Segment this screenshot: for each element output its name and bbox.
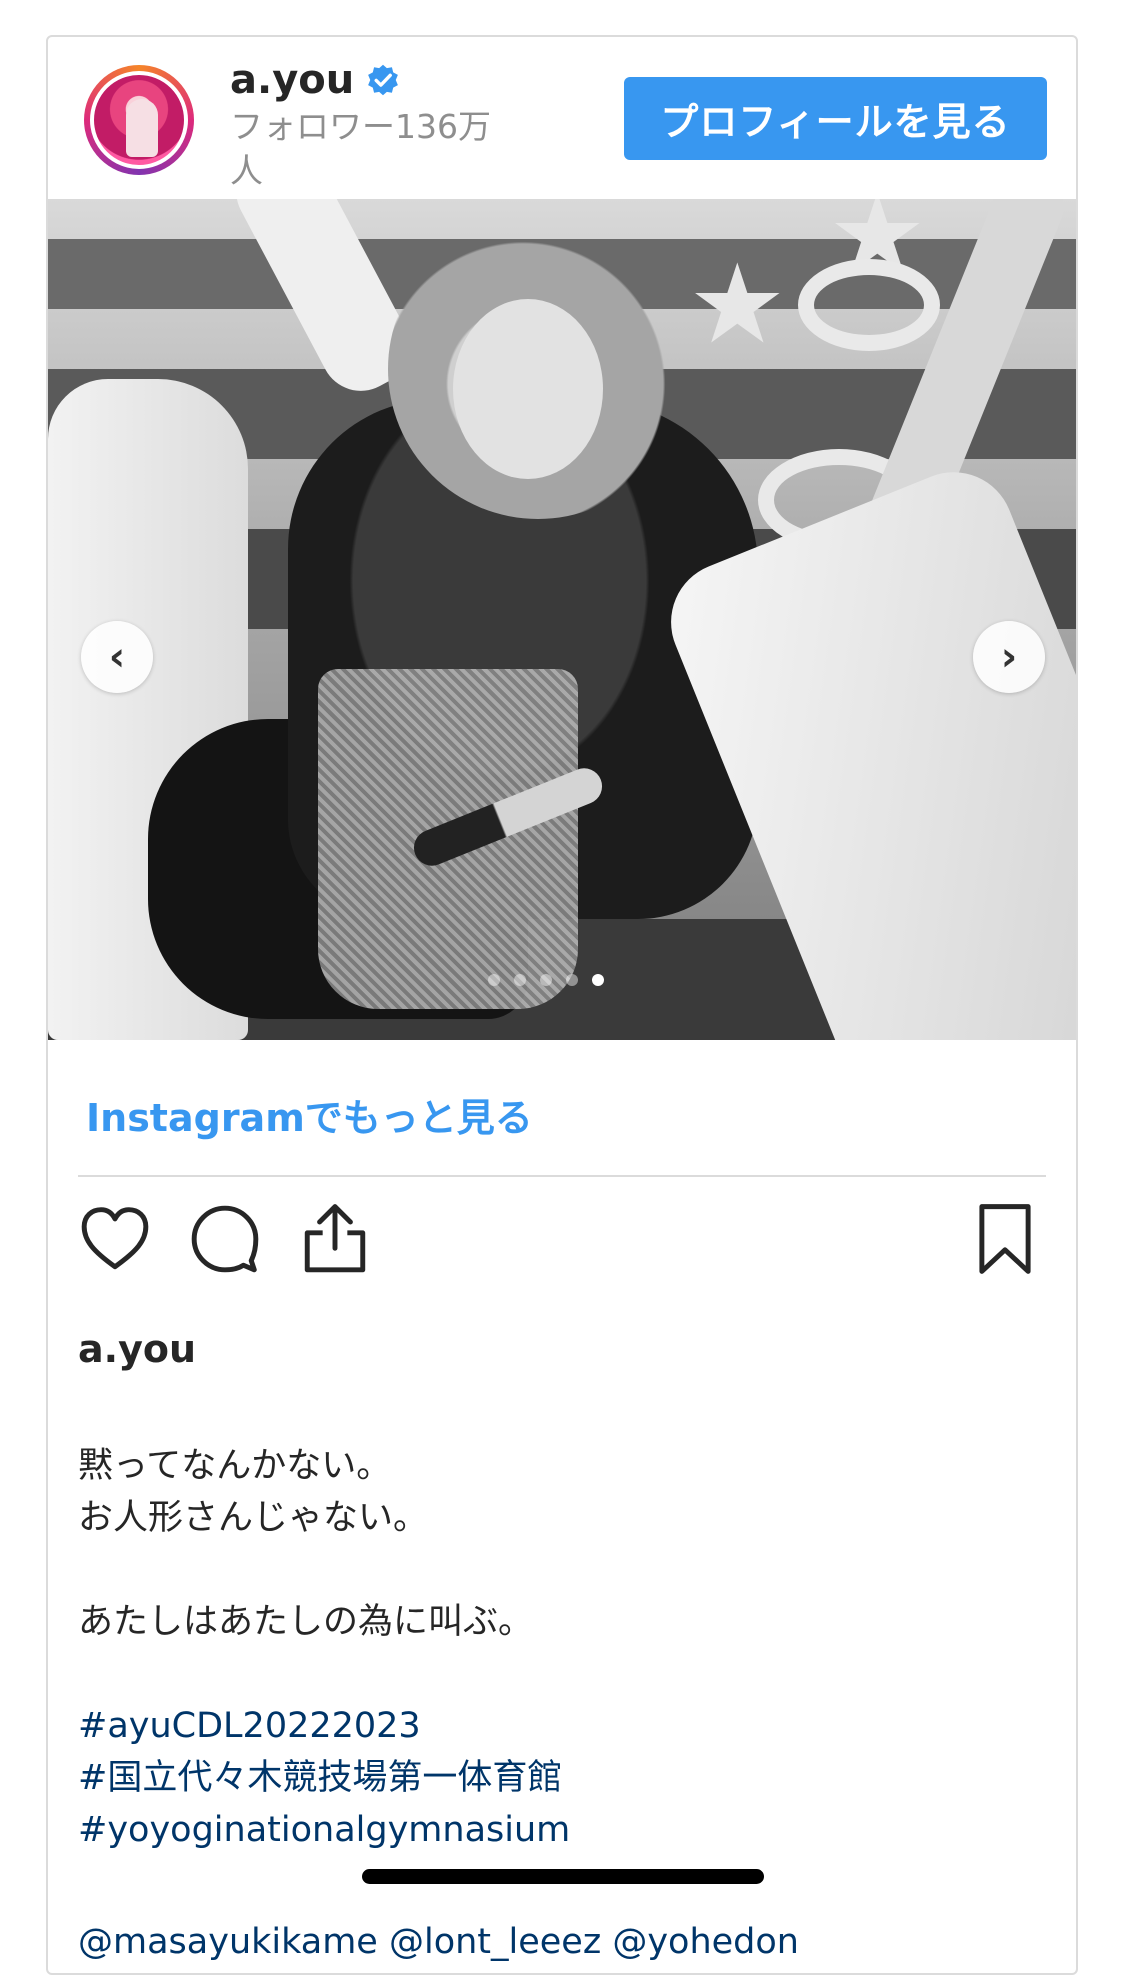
caption-line: あたしはあたしの為に叫ぶ。 xyxy=(78,1602,534,1642)
carousel-indicator xyxy=(488,974,604,986)
heart-icon[interactable] xyxy=(78,1202,152,1276)
post-caption: 黙ってなんかない。 お人形さんじゃない。 あたしはあたしの為に叫ぶ。 #ayuC… xyxy=(78,1440,1038,1856)
chevron-left-icon: ‹ xyxy=(108,634,126,680)
comment-icon[interactable] xyxy=(188,1202,262,1276)
mentions-line[interactable]: @masayukikame @lont_leeez @yohedon xyxy=(78,1922,799,1962)
caption-username[interactable]: a.you xyxy=(78,1327,196,1371)
post-photo[interactable]: ★ ★ ★ ‹ › xyxy=(48,199,1076,1040)
carousel-dot xyxy=(566,974,578,986)
share-icon[interactable] xyxy=(298,1202,372,1276)
view-profile-button[interactable]: プロフィールを見る xyxy=(624,77,1047,160)
avatar-image xyxy=(90,71,188,169)
previous-slide-button[interactable]: ‹ xyxy=(81,621,153,693)
verified-badge-icon xyxy=(366,63,400,97)
star-decoration: ★ xyxy=(688,240,787,368)
singer-face xyxy=(453,299,603,479)
hashtag-link[interactable]: #国立代々木競技場第一体育館 xyxy=(78,1752,1038,1804)
follower-count: フォロワー136万人 xyxy=(230,107,491,190)
avatar[interactable] xyxy=(84,65,194,175)
view-more-on-instagram-link[interactable]: Instagramでもっと見る xyxy=(86,1087,533,1142)
carousel-dot xyxy=(540,974,552,986)
username-row: a.you xyxy=(230,57,400,103)
divider xyxy=(78,1175,1046,1177)
avatar-figure xyxy=(126,99,158,157)
caption-line: 黙ってなんかない。 xyxy=(78,1446,392,1486)
instagram-embed-card: a.you フォロワー136万人 プロフィールを見る ★ ★ ★ xyxy=(46,35,1078,1975)
hashtag-link[interactable]: #ayuCDL20222023 xyxy=(78,1700,1038,1752)
carousel-dot-active xyxy=(592,974,604,986)
carousel-dot xyxy=(514,974,526,986)
action-bar xyxy=(78,1202,1046,1282)
username[interactable]: a.you xyxy=(230,57,354,103)
caption-line xyxy=(78,1544,1038,1596)
post-header: a.you フォロワー136万人 プロフィールを見る xyxy=(48,37,1076,199)
bookmark-icon[interactable] xyxy=(968,1202,1042,1276)
caption-line xyxy=(78,1648,1038,1700)
hashtag-link[interactable]: #yoyoginationalgymnasium xyxy=(78,1804,1038,1856)
next-slide-button[interactable]: › xyxy=(973,621,1045,693)
chevron-right-icon: › xyxy=(1000,634,1018,680)
home-indicator[interactable] xyxy=(362,1869,764,1884)
caption-line: お人形さんじゃない。 xyxy=(78,1498,429,1538)
carousel-dot xyxy=(488,974,500,986)
swirl-decoration xyxy=(798,259,940,351)
